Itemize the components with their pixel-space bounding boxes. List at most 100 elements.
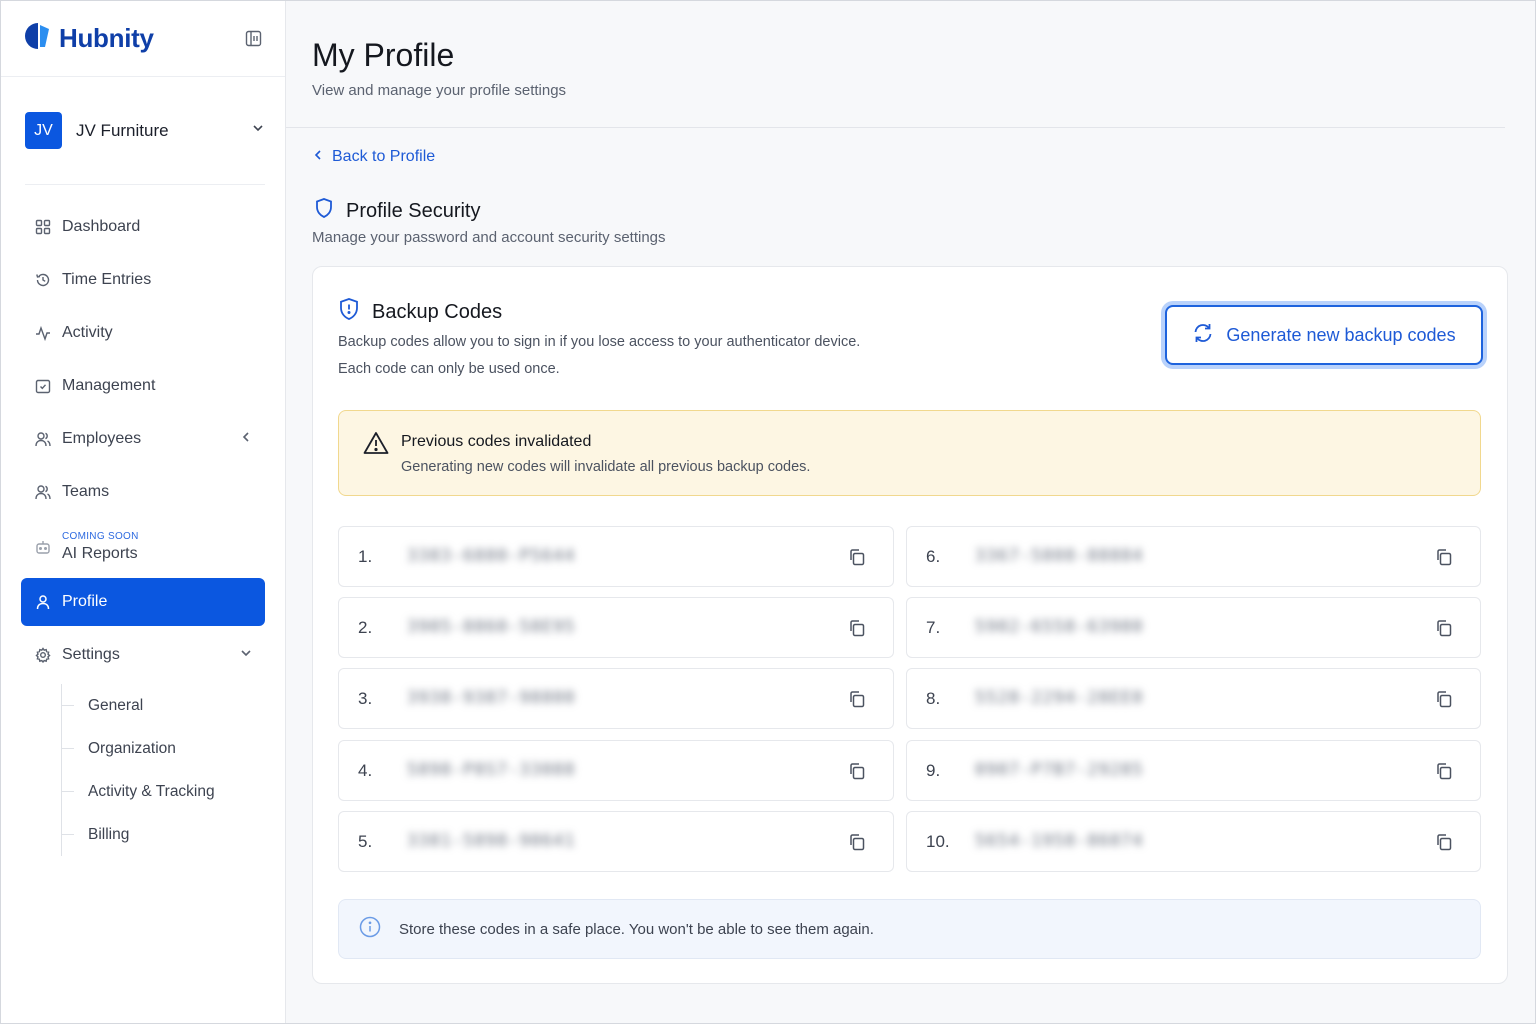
sidebar-item-settings[interactable]: Settings bbox=[21, 631, 265, 679]
backup-codes-title-text: Backup Codes bbox=[372, 300, 503, 323]
activity-icon bbox=[34, 324, 52, 342]
chevron-down-icon bbox=[239, 646, 253, 665]
backup-codes-description: Backup codes allow you to sign in if you… bbox=[338, 334, 861, 350]
backup-code-number: 7. bbox=[926, 618, 941, 638]
backup-code-number: 1. bbox=[358, 547, 373, 566]
section-title-text: Profile Security bbox=[346, 199, 481, 222]
backup-code-item: 10. 5654-1958-86074 bbox=[906, 810, 1481, 872]
copy-icon[interactable] bbox=[1434, 832, 1454, 852]
sidebar-item-label: Settings bbox=[62, 646, 120, 663]
brand-name: Hubnity bbox=[59, 23, 154, 53]
backup-code-item: 3. 3938-9387-98800 bbox=[338, 668, 894, 730]
info-banner: Store these codes in a safe place. You w… bbox=[338, 899, 1481, 959]
copy-icon[interactable] bbox=[847, 832, 867, 852]
backup-code-number: 9. bbox=[926, 760, 941, 780]
sidebar-item-time-entries[interactable]: Time Entries bbox=[21, 256, 265, 304]
copy-icon[interactable] bbox=[847, 689, 867, 709]
sidebar-item-activity[interactable]: Activity bbox=[21, 309, 265, 357]
settings-submenu: General Organization Activity & Tracking… bbox=[61, 684, 265, 856]
sidebar-item-label: Employees bbox=[62, 430, 142, 447]
app-window: Hubnity JV JV Furniture Dashboard Time E… bbox=[0, 0, 1536, 1024]
back-link-label: Back to Profile bbox=[332, 148, 436, 165]
org-switcher[interactable]: JV JV Furniture bbox=[25, 99, 265, 185]
copy-icon[interactable] bbox=[1434, 761, 1454, 781]
copy-icon[interactable] bbox=[1434, 689, 1454, 709]
calendar-check-icon bbox=[34, 377, 52, 395]
sidebar-subitem-general[interactable]: General bbox=[62, 684, 265, 727]
history-icon bbox=[34, 271, 52, 289]
copy-icon[interactable] bbox=[1434, 547, 1454, 567]
copy-icon[interactable] bbox=[847, 547, 867, 567]
warning-banner: Previous codes invalidated Generating ne… bbox=[338, 410, 1481, 496]
gear-icon bbox=[34, 646, 52, 664]
sidebar-item-label: Dashboard bbox=[62, 218, 141, 235]
sidebar-item-employees[interactable]: Employees bbox=[21, 415, 265, 463]
generate-backup-codes-button[interactable]: Generate new backup codes bbox=[1165, 305, 1483, 365]
backup-code-number: 5. bbox=[358, 831, 373, 851]
info-icon bbox=[359, 916, 381, 942]
coming-soon-badge: COMING SOON bbox=[62, 531, 139, 543]
user-icon bbox=[34, 593, 52, 611]
hubnity-logo-icon bbox=[23, 21, 53, 56]
sidebar-item-label: Time Entries bbox=[62, 271, 152, 288]
backup-code-number: 8. bbox=[926, 689, 941, 709]
backup-code-value: 3383-6880-P5644 bbox=[407, 546, 576, 566]
copy-icon[interactable] bbox=[1434, 618, 1454, 638]
backup-code-item: 6. 3367-5808-88884 bbox=[906, 526, 1481, 587]
backup-code-value: 5898-P8S7-33088 bbox=[407, 759, 576, 780]
backup-codes-card: Backup Codes Backup codes allow you to s… bbox=[312, 266, 1508, 984]
sidebar-subitem-activity-tracking[interactable]: Activity & Tracking bbox=[62, 770, 265, 813]
backup-code-value: 5902-6558-63980 bbox=[975, 617, 1144, 638]
copy-icon[interactable] bbox=[847, 618, 867, 638]
sidebar-item-label: Teams bbox=[62, 483, 110, 500]
backup-code-number: 3. bbox=[358, 689, 373, 709]
backup-code-number: 6. bbox=[926, 547, 941, 566]
refresh-icon bbox=[1192, 322, 1214, 349]
backup-code-item: 8. 5528-2294-28EE0 bbox=[906, 668, 1481, 730]
backup-code-number: 4. bbox=[358, 760, 373, 780]
page-title: My Profile bbox=[312, 37, 455, 73]
backup-code-item: 5. 3381-5898-90641 bbox=[338, 810, 894, 872]
backup-code-item: 4. 5898-P8S7-33088 bbox=[338, 739, 894, 801]
sidebar-subitem-organization[interactable]: Organization bbox=[62, 727, 265, 770]
sidebar-item-management[interactable]: Management bbox=[21, 362, 265, 410]
sidebar-item-label: Profile bbox=[62, 593, 108, 610]
section-title: Profile Security bbox=[314, 197, 481, 225]
sidebar-subitem-billing[interactable]: Billing bbox=[62, 813, 265, 856]
copy-icon[interactable] bbox=[847, 761, 867, 781]
sidebar-item-label: AI Reports bbox=[62, 545, 138, 563]
backup-code-item: 1. 3383-6880-P5644 bbox=[338, 526, 894, 587]
backup-code-value: 3905-8860-58E95 bbox=[407, 617, 576, 638]
backup-code-item: 2. 3905-8860-58E95 bbox=[338, 597, 894, 659]
robot-icon bbox=[34, 538, 52, 556]
sidebar-collapse-icon[interactable] bbox=[243, 29, 263, 49]
sidebar-item-profile[interactable]: Profile bbox=[21, 578, 265, 626]
brand-bar: Hubnity bbox=[1, 1, 285, 77]
shield-alert-icon bbox=[338, 297, 360, 327]
sidebar-nav: Dashboard Time Entries Activity Manageme… bbox=[1, 185, 285, 856]
sidebar-item-ai-reports[interactable]: COMING SOON AI Reports bbox=[21, 521, 265, 573]
sidebar-item-dashboard[interactable]: Dashboard bbox=[21, 203, 265, 251]
back-to-profile-link[interactable]: Back to Profile bbox=[312, 148, 435, 166]
generate-button-label: Generate new backup codes bbox=[1226, 324, 1456, 345]
users-icon bbox=[34, 483, 52, 501]
divider bbox=[286, 127, 1505, 128]
section-subtitle: Manage your password and account securit… bbox=[312, 229, 666, 246]
main-content: My Profile View and manage your profile … bbox=[286, 1, 1535, 1023]
sidebar: Hubnity JV JV Furniture Dashboard Time E… bbox=[1, 1, 286, 1023]
chevron-down-icon bbox=[251, 121, 265, 140]
org-avatar: JV bbox=[25, 112, 62, 149]
users-icon bbox=[34, 430, 52, 448]
org-name: JV Furniture bbox=[76, 120, 169, 140]
info-text: Store these codes in a safe place. You w… bbox=[399, 920, 874, 938]
backup-code-number: 10. bbox=[926, 831, 950, 851]
backup-code-value: 5654-1958-86074 bbox=[975, 830, 1144, 851]
backup-code-value: 3367-5808-88884 bbox=[975, 546, 1144, 566]
sidebar-item-teams[interactable]: Teams bbox=[21, 468, 265, 516]
backup-code-value: 0907-P7B7-29285 bbox=[975, 759, 1144, 780]
backup-codes-title: Backup Codes bbox=[338, 297, 502, 327]
logo[interactable]: Hubnity bbox=[23, 21, 154, 56]
backup-code-value: 3938-9387-98800 bbox=[407, 688, 576, 709]
backup-codes-note: Each code can only be used once. bbox=[338, 361, 560, 377]
backup-code-item: 7. 5902-6558-63980 bbox=[906, 597, 1481, 659]
